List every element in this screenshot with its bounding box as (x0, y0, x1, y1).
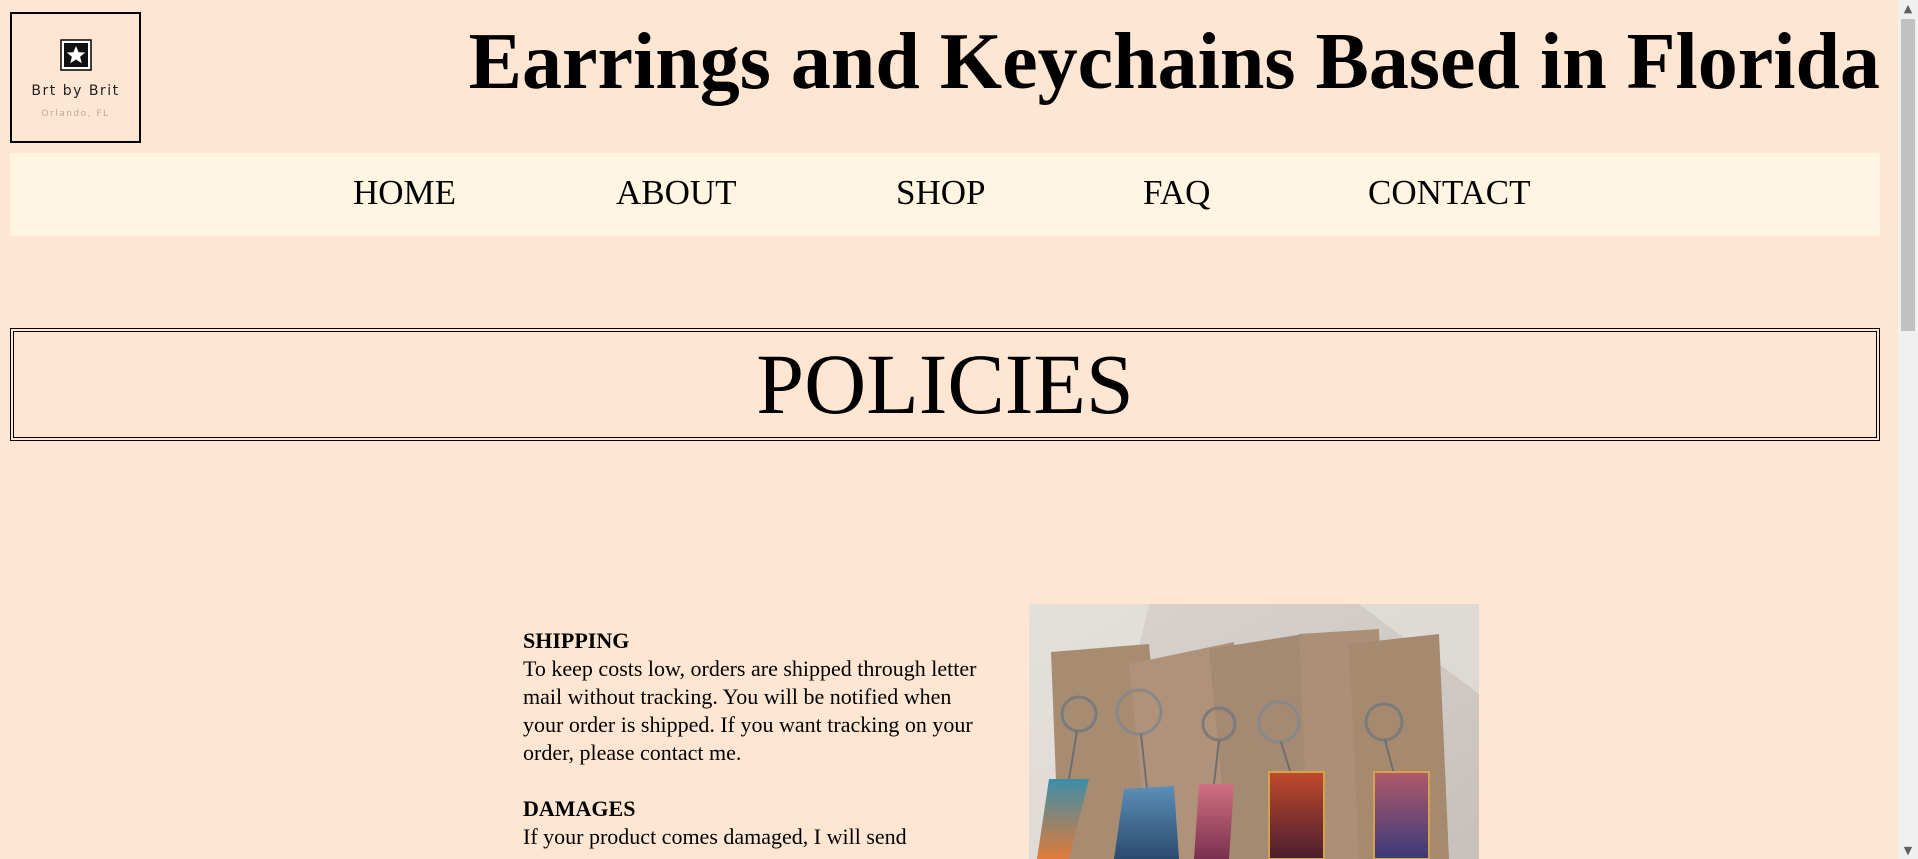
policies-banner: POLICIES (10, 328, 1880, 441)
page: Brt by Brit Orlando, FL Earrings and Key… (0, 0, 1918, 859)
scroll-thumb[interactable] (1901, 19, 1915, 331)
damages-text: If your product comes damaged, I will se… (523, 824, 907, 849)
nav-contact-link[interactable]: CONTACT (1368, 173, 1530, 213)
nav-about-link[interactable]: ABOUT (616, 173, 737, 213)
logo-brand-name: Brt by Brit (31, 83, 120, 99)
damages-heading: DAMAGES (523, 796, 636, 821)
vertical-scrollbar[interactable]: ▲ ▼ (1898, 0, 1918, 859)
site-title: Earrings and Keychains Based in Florida (468, 18, 1880, 106)
main-nav: HOME ABOUT SHOP FAQ CONTACT (10, 153, 1880, 236)
page-title: POLICIES (756, 336, 1134, 432)
nav-faq-link[interactable]: FAQ (1143, 173, 1210, 213)
shipping-heading: SHIPPING (523, 628, 630, 653)
policy-section: SHIPPING To keep costs low, orders are s… (523, 627, 993, 859)
nav-shop-link[interactable]: SHOP (896, 173, 985, 213)
scroll-up-arrow-icon[interactable]: ▲ (1898, 0, 1918, 17)
keychains-photo (1029, 604, 1479, 859)
scroll-down-arrow-icon[interactable]: ▼ (1898, 842, 1918, 859)
brand-logo[interactable]: Brt by Brit Orlando, FL (10, 12, 141, 143)
shipping-text: To keep costs low, orders are shipped th… (523, 656, 977, 765)
star-icon (59, 39, 92, 71)
logo-location: Orlando, FL (41, 109, 110, 119)
nav-home-link[interactable]: HOME (353, 173, 456, 213)
